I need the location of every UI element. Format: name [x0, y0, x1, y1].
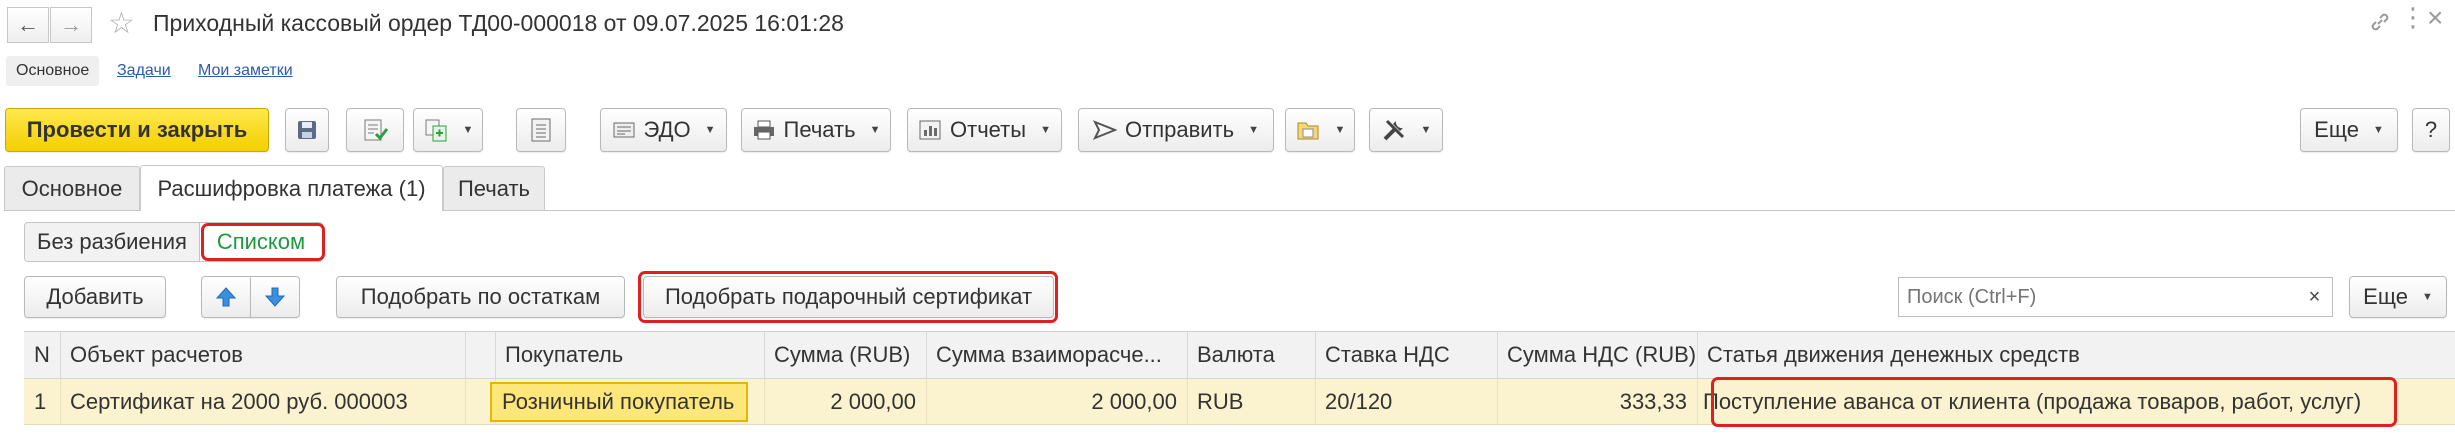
more-label: Еще — [2314, 117, 2359, 142]
chevron-down-icon: ▼ — [704, 124, 716, 136]
send-icon — [1093, 120, 1117, 140]
reports-button[interactable]: Отчеты ▼ — [907, 108, 1062, 152]
print-label: Печать — [783, 117, 856, 142]
row-currency[interactable]: RUB — [1187, 379, 1315, 424]
chevron-down-icon: ▼ — [2372, 124, 2384, 136]
list-document-icon — [531, 118, 551, 142]
send-button[interactable]: Отправить ▼ — [1078, 108, 1274, 152]
column-header-vat-rate[interactable]: Ставка НДС — [1315, 332, 1497, 378]
tab-main[interactable]: Основное — [4, 166, 140, 210]
tab-main-label: Основное — [21, 175, 123, 201]
edo-label: ЭДО — [643, 117, 691, 142]
arrow-down-icon — [264, 287, 286, 307]
row-n: 1 — [34, 388, 47, 414]
move-down-button[interactable] — [250, 276, 300, 318]
settings-button[interactable]: ▼ — [1369, 108, 1443, 152]
post-document-button[interactable] — [346, 108, 404, 152]
row-cash-flow-item[interactable]: Поступление аванса от клиента (продажа т… — [1697, 379, 2417, 424]
printer-icon — [753, 120, 774, 140]
arrow-left-icon: ← — [17, 12, 39, 37]
edo-icon — [613, 122, 634, 138]
column-header-cash-flow-item[interactable]: Статья движения денежных средств — [1697, 332, 2455, 378]
view-mode-no-split-label: Без разбиения — [37, 229, 187, 254]
chevron-down-icon: ▼ — [869, 124, 881, 136]
add-row-label: Добавить — [46, 284, 144, 309]
post-and-close-label: Провести и закрыть — [26, 117, 248, 142]
pick-gift-certificate-button[interactable]: Подобрать подарочный сертификат — [643, 276, 1054, 318]
tab-print-label: Печать — [457, 175, 531, 201]
row-amount[interactable]: 2 000,00 — [764, 379, 926, 424]
create-based-on-icon — [425, 119, 447, 142]
back-button[interactable]: ← — [7, 7, 49, 43]
close-icon[interactable]: × — [2427, 4, 2443, 32]
send-label: Отправить — [1125, 117, 1235, 142]
more-vertical-icon[interactable]: ⋮ — [2400, 4, 2426, 30]
clear-icon: × — [2308, 285, 2321, 308]
table-more-label: Еще — [2363, 284, 2408, 309]
forward-button[interactable]: → — [50, 7, 92, 43]
attachments-button[interactable]: ▼ — [1285, 108, 1355, 152]
floppy-disk-icon — [298, 121, 316, 139]
arrow-up-icon — [215, 287, 237, 307]
row-object[interactable]: Сертификат на 2000 руб. 000003 — [60, 379, 465, 424]
tools-icon — [1383, 119, 1404, 141]
link-icon[interactable] — [2368, 10, 2392, 34]
table-header: N Объект расчетов Покупатель Сумма (RUB)… — [24, 331, 2455, 379]
chevron-down-icon: ▼ — [1334, 124, 1346, 136]
row-vat-rate[interactable]: 20/120 — [1315, 379, 1497, 424]
pick-by-balance-label: Подобрать по остаткам — [360, 284, 601, 309]
post-and-close-button[interactable]: Провести и закрыть — [5, 108, 269, 152]
add-row-button[interactable]: Добавить — [24, 276, 166, 318]
column-header-settlement-amount[interactable]: Сумма взаиморасче... — [926, 332, 1187, 378]
column-header-buyer[interactable]: Покупатель — [495, 332, 764, 378]
pick-gift-certificate-label: Подобрать подарочный сертификат — [664, 284, 1033, 309]
chevron-down-icon: ▼ — [1248, 124, 1259, 136]
help-button[interactable]: ? — [2412, 108, 2450, 152]
view-mode-no-split[interactable]: Без разбиения — [24, 222, 200, 262]
journal-button[interactable] — [516, 108, 566, 152]
window-title: Приходный кассовый ордер ТД00-000018 от … — [153, 10, 844, 36]
arrow-right-icon: → — [60, 12, 82, 37]
move-up-button[interactable] — [201, 276, 251, 318]
top-link-tasks[interactable]: Задачи — [117, 62, 171, 80]
view-mode-list[interactable]: Списком — [199, 222, 323, 262]
create-based-on-button[interactable]: ▼ — [413, 108, 483, 152]
reports-icon — [919, 120, 941, 140]
view-mode-list-label: Списком — [216, 229, 306, 254]
column-header-amount[interactable]: Сумма (RUB) — [764, 332, 926, 378]
print-button[interactable]: Печать ▼ — [741, 108, 891, 152]
column-header-object[interactable]: Объект расчетов — [60, 332, 465, 378]
save-button[interactable] — [285, 108, 329, 152]
row-buyer[interactable]: Розничный покупатель — [490, 382, 748, 422]
help-label: ? — [2424, 117, 2438, 142]
tab-payment-breakdown-label: Расшифровка платежа (1) — [157, 175, 426, 201]
row-settlement-amount[interactable]: 2 000,00 — [926, 379, 1187, 424]
pick-by-balance-button[interactable]: Подобрать по остаткам — [336, 276, 625, 318]
search-clear-button[interactable]: × — [2297, 277, 2333, 317]
edo-button[interactable]: ЭДО ▼ — [600, 108, 727, 152]
document-post-icon — [364, 119, 389, 141]
tab-payment-breakdown[interactable]: Расшифровка платежа (1) — [140, 165, 443, 211]
column-header-n[interactable]: N — [24, 332, 60, 378]
column-header-currency[interactable]: Валюта — [1187, 332, 1315, 378]
chevron-down-icon: ▼ — [1040, 124, 1051, 136]
column-header-vat-amount[interactable]: Сумма НДС (RUB) — [1497, 332, 1697, 378]
table-more-button[interactable]: Еще ▼ — [2349, 276, 2447, 318]
favorite-star-icon[interactable]: ☆ — [108, 6, 135, 41]
chevron-down-icon: ▼ — [1420, 124, 1432, 136]
search-input[interactable] — [1898, 277, 2298, 317]
column-header-blank[interactable] — [465, 332, 495, 378]
row-vat-amount[interactable]: 333,33 — [1497, 379, 1697, 424]
attachment-folder-icon — [1297, 122, 1319, 140]
top-link-notes[interactable]: Мои заметки — [198, 62, 293, 80]
table-row[interactable]: 1 Сертификат на 2000 руб. 000003 Розничн… — [24, 379, 2455, 425]
chevron-down-icon: ▼ — [2421, 291, 2433, 303]
reports-label: Отчеты — [950, 117, 1027, 142]
tab-print[interactable]: Печать — [443, 166, 545, 210]
chevron-down-icon: ▼ — [462, 124, 474, 136]
more-button[interactable]: Еще ▼ — [2300, 108, 2398, 152]
top-link-main[interactable]: Основное — [6, 56, 100, 86]
